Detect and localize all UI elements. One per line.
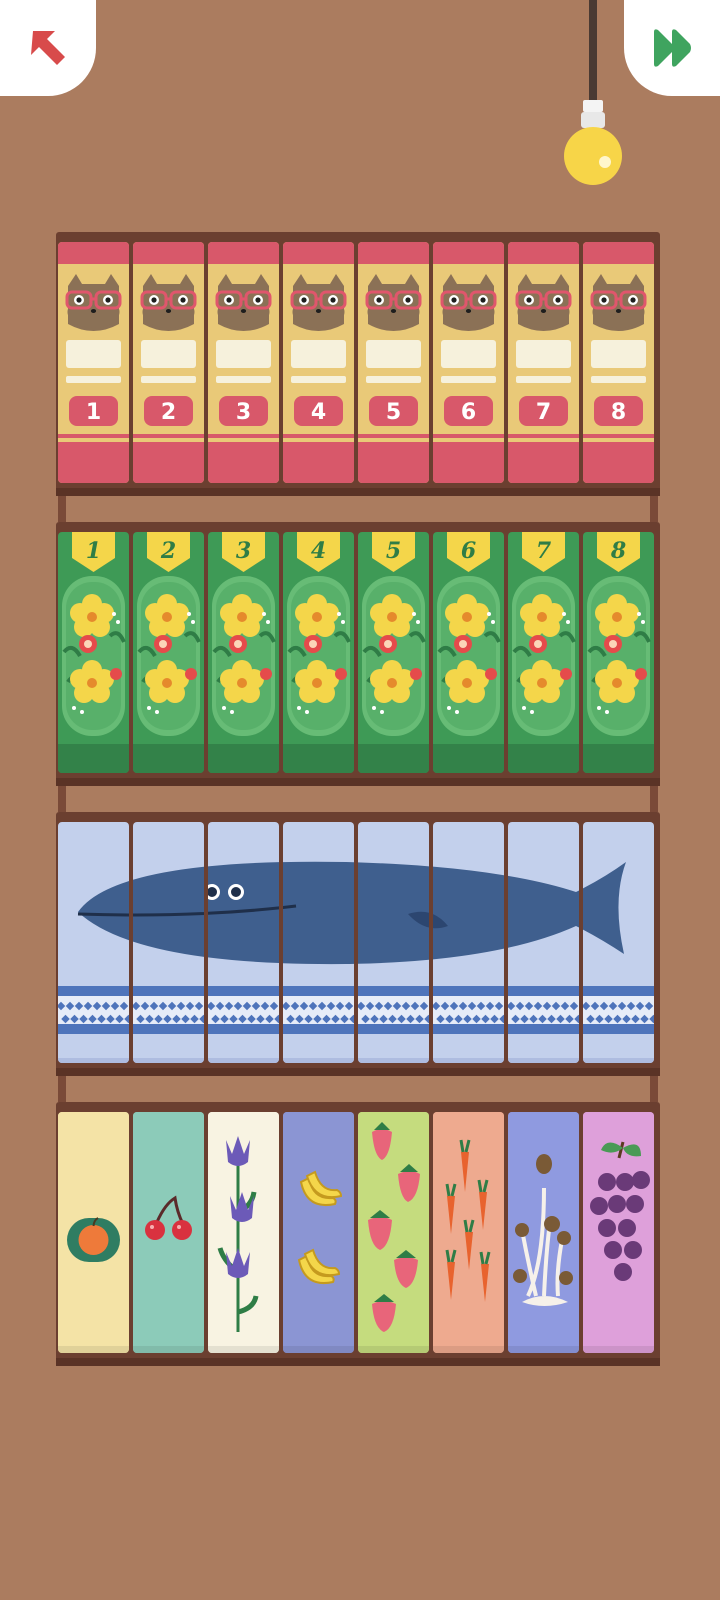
pattern-band	[358, 986, 429, 1034]
whale-book-3[interactable]	[208, 822, 279, 1063]
whale-piece	[208, 862, 279, 964]
skip-button[interactable]	[624, 0, 720, 96]
book-number: 1	[86, 400, 101, 425]
book-number: 6	[461, 538, 476, 564]
shelf-row-2: 1 2 3 4 5 6 7 8	[56, 522, 660, 786]
tulip-book[interactable]	[208, 1112, 279, 1353]
pattern-band	[58, 986, 129, 1034]
shelf-row-1: 1 2 3 4 5 6 7 8	[56, 232, 660, 496]
shelf-ledge	[56, 488, 660, 496]
label-box	[516, 340, 571, 368]
book-number: 2	[161, 400, 176, 425]
strawberry-book[interactable]	[358, 1112, 429, 1353]
book-number: 8	[610, 538, 626, 564]
label-line	[216, 376, 271, 383]
book-number: 1	[86, 538, 101, 564]
label-box	[141, 340, 196, 368]
label-box	[591, 340, 646, 368]
flower-book-7[interactable]: 7	[508, 532, 579, 773]
label-box	[216, 340, 271, 368]
pattern-band	[283, 986, 354, 1034]
fast-forward-icon	[654, 29, 691, 67]
pattern-band	[433, 986, 504, 1034]
hint-lamp[interactable]	[560, 0, 626, 190]
raccoon-book-7[interactable]: 7	[508, 242, 579, 483]
whale-piece	[433, 866, 504, 960]
flower-book-4[interactable]: 4	[283, 532, 354, 773]
whale-book-4[interactable]	[283, 822, 354, 1063]
raccoon-book-3[interactable]: 3	[208, 242, 279, 483]
book-number: 7	[536, 538, 552, 564]
bookshelf: 1 2 3 4 5 6 7 8 1 2 3 4 5 6 7 8	[56, 232, 660, 1378]
pattern-band	[133, 986, 204, 1034]
shelf-ledge	[56, 1068, 660, 1076]
raccoon-book-1[interactable]: 1	[58, 242, 129, 483]
book-number: 3	[236, 538, 251, 564]
book-number: 8	[611, 400, 626, 425]
carrot-book[interactable]	[433, 1112, 504, 1353]
book-number: 7	[536, 400, 551, 425]
whale-book-7[interactable]	[508, 822, 579, 1063]
grape-book[interactable]	[583, 1112, 654, 1353]
arrow-up-left-icon	[31, 31, 65, 65]
whale-book-1[interactable]	[58, 822, 129, 1063]
whale-book-5[interactable]	[358, 822, 429, 1063]
label-line	[291, 376, 346, 383]
shelf-row-4	[56, 1102, 660, 1366]
book-number: 5	[386, 400, 401, 425]
pattern-band	[208, 986, 279, 1034]
raccoon-book-4[interactable]: 4	[283, 242, 354, 483]
label-line	[141, 376, 196, 383]
whale-piece	[283, 861, 354, 965]
book-number: 3	[236, 400, 251, 425]
whale-book-6[interactable]	[433, 822, 504, 1063]
book-number: 2	[160, 538, 176, 564]
flower-book-3[interactable]: 3	[208, 532, 279, 773]
book-number: 4	[311, 538, 326, 564]
label-line	[66, 376, 121, 383]
orange-book[interactable]	[58, 1112, 129, 1353]
label-line	[516, 376, 571, 383]
label-line	[366, 376, 421, 383]
whale-piece	[358, 862, 429, 964]
book-number: 6	[461, 400, 476, 425]
shelf-ledge	[56, 1358, 660, 1366]
label-line	[591, 376, 646, 383]
flower-book-2[interactable]: 2	[133, 532, 204, 773]
pattern-band	[508, 986, 579, 1034]
raccoon-book-2[interactable]: 2	[133, 242, 204, 483]
cherry-book[interactable]	[133, 1112, 204, 1353]
label-box	[366, 340, 421, 368]
label-box	[441, 340, 496, 368]
label-box	[66, 340, 121, 368]
raccoon-book-5[interactable]: 5	[358, 242, 429, 483]
shelf-row-3	[56, 812, 660, 1076]
flower-book-5[interactable]: 5	[358, 532, 429, 773]
back-button[interactable]	[0, 0, 96, 96]
book-number: 5	[386, 538, 401, 564]
label-box	[291, 340, 346, 368]
book-number: 4	[311, 400, 326, 425]
whale-book-2[interactable]	[133, 822, 204, 1063]
shelf-ledge	[56, 778, 660, 786]
flower-book-8[interactable]: 8	[583, 532, 654, 773]
mushroom-book[interactable]	[508, 1112, 579, 1353]
flower-book-6[interactable]: 6	[433, 532, 504, 773]
label-line	[441, 376, 496, 383]
pattern-band	[583, 986, 654, 1034]
orange-icon	[67, 1217, 120, 1262]
raccoon-book-8[interactable]: 8	[583, 242, 654, 483]
light-bulb-icon	[564, 0, 622, 185]
flower-book-1[interactable]: 1	[58, 532, 129, 773]
raccoon-book-6[interactable]: 6	[433, 242, 504, 483]
whale-book-8[interactable]	[583, 822, 654, 1063]
banana-book[interactable]	[283, 1112, 354, 1353]
